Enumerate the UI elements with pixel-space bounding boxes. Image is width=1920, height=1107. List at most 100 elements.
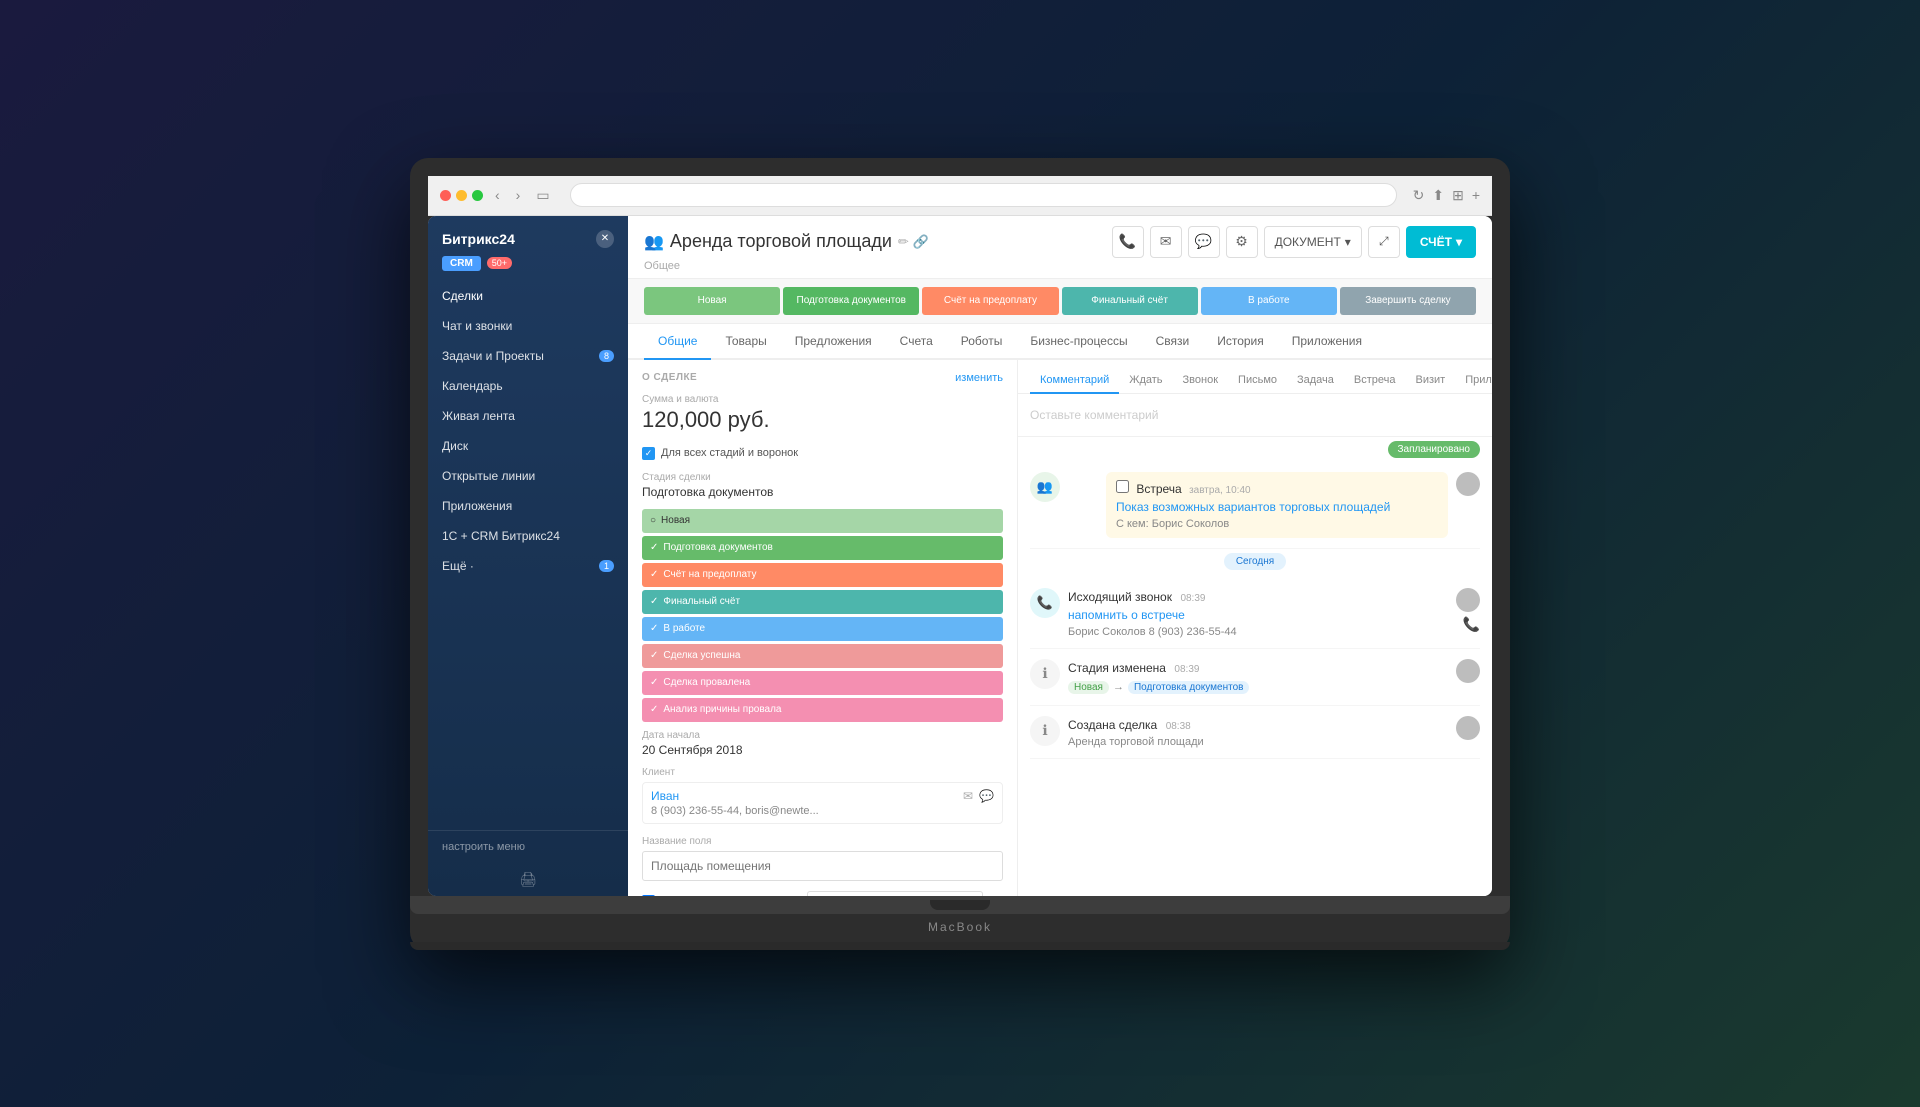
chat-button[interactable]: 💬 (1188, 226, 1220, 258)
tab-товары[interactable]: Товары (711, 324, 780, 360)
activity-tab-apps[interactable]: Приложения (1455, 368, 1492, 394)
client-chat-icon[interactable]: 💬 (979, 789, 994, 803)
settings-menu-link[interactable]: настроить меню (442, 841, 525, 853)
meeting-avatar (1456, 472, 1480, 496)
activity-tab-meeting[interactable]: Встреча (1344, 368, 1406, 394)
address-bar[interactable] (570, 183, 1397, 207)
activity-item-stage: ℹ Стадия изменена 08:39 Новая → (1030, 649, 1480, 706)
tab-роботы[interactable]: Роботы (947, 324, 1017, 360)
client-email-icon[interactable]: ✉ (963, 789, 973, 803)
reload-icon[interactable]: ↻ (1413, 187, 1425, 204)
tab-связи[interactable]: Связи (1142, 324, 1204, 360)
sidebar-item-календарь[interactable]: Календарь (428, 371, 628, 401)
stages-dropdown[interactable]: Для всех стадий и воронок (807, 891, 983, 896)
tab-общие[interactable]: Общие (644, 324, 711, 360)
share-icon[interactable]: ⬆ (1432, 187, 1444, 204)
sidebar-item-чат[interactable]: Чат и звонки (428, 311, 628, 341)
activity-tab-call[interactable]: Звонок (1173, 368, 1229, 394)
funnel-new[interactable]: ○ Новая (642, 509, 1003, 533)
meeting-icon: 👥 (1030, 472, 1060, 502)
new-tab-icon[interactable]: + (1472, 187, 1480, 204)
stage-work[interactable]: В работе (1201, 287, 1337, 315)
settings-button[interactable]: ⚙ (1226, 226, 1258, 258)
funnel-invoice[interactable]: ✓ Счёт на предоплату (642, 563, 1003, 587)
sidebar: Битрикс24 ✕ CRM 50+ Сделки Чат и звонки … (428, 216, 628, 896)
funnel-failed[interactable]: ✓ Сделка провалена (642, 671, 1003, 695)
link-icon[interactable]: 🔗 (913, 234, 929, 250)
document-button[interactable]: ДОКУМЕНТ ▾ (1264, 226, 1362, 258)
breadcrumb: Общее (644, 260, 1476, 272)
meeting-checkbox[interactable] (1116, 480, 1129, 493)
stage-prep[interactable]: Подготовка документов (783, 287, 919, 315)
call-phone-icon: 📞 (1463, 616, 1480, 633)
create-title: Создана сделка (1068, 718, 1157, 732)
call-description[interactable]: напомнить о встрече (1068, 608, 1185, 622)
meeting-title: Встреча (1116, 482, 1185, 496)
meeting-description[interactable]: Показ возможных вариантов торговых площа… (1116, 500, 1390, 514)
email-button[interactable]: ✉ (1150, 226, 1182, 258)
funnel-final[interactable]: ✓ Финальный счёт (642, 590, 1003, 614)
top-bar: 👥 Аренда торговой площади ✏ 🔗 📞 ✉ 💬 ⚙ (628, 216, 1492, 279)
sidebar-item-диск[interactable]: Диск (428, 431, 628, 461)
date-value: 20 Сентября 2018 (642, 743, 1003, 757)
activity-tab-wait[interactable]: Ждать (1119, 368, 1172, 394)
activity-tab-comment[interactable]: Комментарий (1030, 368, 1119, 394)
funnel-done[interactable]: ✓ Сделка успешна (642, 644, 1003, 668)
call-icon: 📞 (1030, 588, 1060, 618)
edit-link[interactable]: изменить (955, 372, 1003, 384)
copy-icon[interactable]: ⊞ (1452, 187, 1464, 204)
sidebar-item-приложения[interactable]: Приложения (428, 491, 628, 521)
sum-value: 120,000 руб. (642, 407, 1003, 433)
today-button[interactable]: Сегодня (1224, 553, 1286, 570)
tab-история[interactable]: История (1203, 324, 1278, 360)
expand-button[interactable]: ⤢ (1368, 226, 1400, 258)
stage-body: Стадия изменена 08:39 Новая → Подготовка… (1068, 659, 1448, 695)
planned-button[interactable]: Запланировано (1388, 441, 1481, 458)
stage-avatar (1456, 659, 1480, 683)
funnel-prep[interactable]: ✓ Подготовка документов (642, 536, 1003, 560)
sidebar-item-еще[interactable]: Ещё · 1 (428, 551, 628, 581)
sidebar-item-лента[interactable]: Живая лента (428, 401, 628, 431)
create-icon: ℹ (1030, 716, 1060, 746)
maximize-btn[interactable] (472, 190, 483, 201)
forward-button[interactable]: › (512, 185, 525, 205)
счет-button[interactable]: СЧЁТ ▾ (1406, 226, 1476, 258)
sidebar-close-button[interactable]: ✕ (596, 230, 614, 248)
client-block: Иван ✉ 💬 8 (903) 236-55-44, boris@newte.… (642, 782, 1003, 824)
close-btn[interactable] (440, 190, 451, 201)
planned-badge-area: Запланировано (1018, 437, 1492, 462)
tab-бизнес[interactable]: Бизнес-процессы (1016, 324, 1141, 360)
activity-tab-visit[interactable]: Визит (1406, 368, 1456, 394)
back-button[interactable]: ‹ (491, 185, 504, 205)
phone-button[interactable]: 📞 (1112, 226, 1144, 258)
comment-placeholder[interactable]: Оставьте комментарий (1030, 402, 1480, 428)
tab-view-button[interactable]: ▭ (532, 185, 553, 206)
mandatory-checkbox[interactable] (642, 895, 655, 896)
stage-final[interactable]: Финальный счёт (1062, 287, 1198, 315)
edit-icon[interactable]: ✏ (898, 234, 909, 250)
tab-предложения[interactable]: Предложения (781, 324, 886, 360)
activity-tab-task[interactable]: Задача (1287, 368, 1344, 394)
stage-title: Стадия изменена (1068, 661, 1166, 675)
stage-invoice[interactable]: Счёт на предоплату (922, 287, 1058, 315)
funnel-analysis[interactable]: ✓ Анализ причины провала (642, 698, 1003, 722)
minimize-btn[interactable] (456, 190, 467, 201)
deal-icon: 👥 (644, 232, 664, 252)
activity-item-create: ℹ Создана сделка 08:38 Аренда торговой п… (1030, 706, 1480, 759)
client-name[interactable]: Иван (651, 789, 679, 803)
field-name-input[interactable] (642, 851, 1003, 881)
activity-tab-letter[interactable]: Письмо (1228, 368, 1287, 394)
create-time: 08:38 (1166, 721, 1191, 732)
sidebar-item-линии[interactable]: Открытые линии (428, 461, 628, 491)
sidebar-item-задачи[interactable]: Задачи и Проекты 8 (428, 341, 628, 371)
stage-done[interactable]: Завершить сделку (1340, 287, 1476, 315)
call-meta: Борис Соколов 8 (903) 236-55-44 (1068, 626, 1448, 638)
stage-new[interactable]: Новая (644, 287, 780, 315)
all-stages-checkbox[interactable]: ✓ (642, 447, 655, 460)
tab-счета[interactable]: Счета (886, 324, 947, 360)
sidebar-item-1c[interactable]: 1С + CRM Битрикс24 (428, 521, 628, 551)
funnel-work[interactable]: ✓ В работе (642, 617, 1003, 641)
sidebar-item-сделки[interactable]: Сделки (428, 281, 628, 311)
content-area: О СДЕЛКЕ изменить Сумма и валюта 120,000… (628, 360, 1492, 896)
tab-приложения[interactable]: Приложения (1278, 324, 1376, 360)
